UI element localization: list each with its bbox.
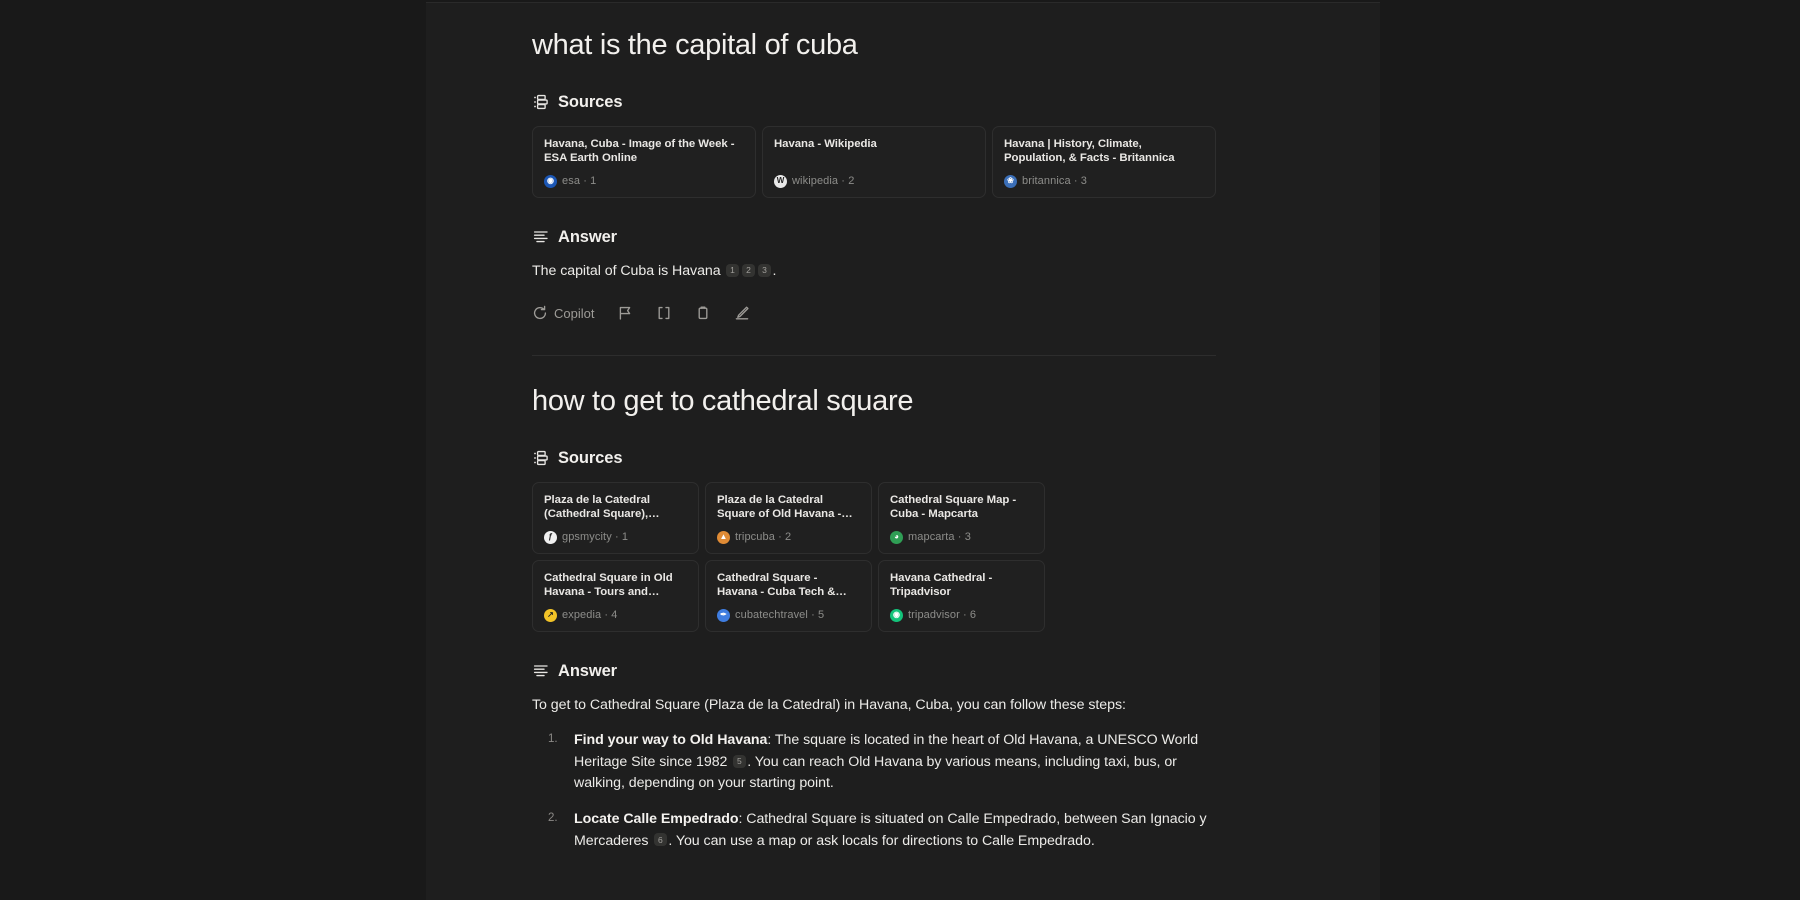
brackets-button[interactable] (656, 305, 672, 321)
source-meta: ◕ mapcarta · 3 (890, 531, 1033, 544)
source-card[interactable]: Cathedral Square Map - Cuba - Mapcarta ◕ m… (878, 482, 1045, 554)
step-title: Locate Calle Empedrado (574, 811, 738, 827)
source-card[interactable]: Havana - Wikipedia Wwikipedia · 2 (762, 126, 986, 198)
source-domain: tripcuba · 2 (735, 531, 791, 543)
source-meta: Wwikipedia · 2 (774, 175, 974, 188)
clipboard-icon (695, 305, 711, 321)
flag-button[interactable] (617, 305, 633, 321)
favicon-icon: ↗ (544, 609, 557, 622)
answer-lead-text: The capital of Cuba is Havana (532, 263, 725, 279)
answer-body: To get to Cathedral Square (Plaza de la … (532, 695, 1216, 852)
answer-section: how to get to cathedral square Sources Pla… (532, 356, 1216, 852)
answer-lead: The capital of Cuba is Havana 123. (532, 261, 1216, 282)
source-domain: gpsmycity · 1 (562, 531, 628, 543)
sources-grid: Plaza de la Catedral (Cathedral Square),… (532, 482, 1216, 632)
step-text-after: . You can use a map or ask locals for di… (668, 833, 1094, 849)
answer-step: Locate Calle Empedrado: Cathedral Square… (574, 809, 1216, 852)
source-card[interactable]: Plaza de la Catedral Square of Old Havan… (705, 482, 872, 554)
source-domain: cubatechtravel · 5 (735, 609, 824, 621)
answer-label: Answer (558, 228, 617, 247)
favicon-icon: ◉ (544, 175, 557, 188)
sources-label: Sources (558, 449, 622, 468)
source-title: Havana - Wikipedia (774, 137, 974, 152)
refresh-icon (532, 305, 548, 321)
source-domain: tripadvisor · 6 (908, 609, 976, 621)
source-title: Cathedral Square - Havana - Cuba Tech &… (717, 571, 860, 600)
sources-list-icon (532, 94, 549, 111)
source-domain: mapcarta · 3 (908, 531, 971, 543)
brackets-icon (656, 305, 672, 321)
favicon-icon: W (774, 175, 787, 188)
answer-tail-text: . (773, 263, 777, 279)
query-title: what is the capital of cuba (532, 0, 1216, 63)
source-domain: expedia · 4 (562, 609, 618, 621)
citation-badge[interactable]: 3 (758, 264, 771, 277)
answer-steps: Find your way to Old Havana: The square … (532, 730, 1216, 852)
source-card[interactable]: Havana, Cuba - Image of the Week - ESA E… (532, 126, 756, 198)
source-domain: britannica · 3 (1022, 175, 1087, 187)
source-card[interactable]: Havana | History, Climate, Population, &… (992, 126, 1216, 198)
source-card[interactable]: Havana Cathedral - Tripadvisor ◉ tripadvis… (878, 560, 1045, 632)
answer-label: Answer (558, 662, 617, 681)
source-card[interactable]: Cathedral Square in Old Havana - Tours a… (532, 560, 699, 632)
citation-badge[interactable]: 6 (654, 833, 667, 846)
favicon-icon: ▲ (717, 531, 730, 544)
source-title: Plaza de la Catedral Square of Old Havan… (717, 493, 860, 522)
answer-section: what is the capital of cuba Sources Havana… (532, 0, 1216, 356)
app-root: what is the capital of cuba Sources Havana… (0, 0, 1800, 900)
favicon-icon: ◉ (890, 609, 903, 622)
source-meta: ƒ gpsmycity · 1 (544, 531, 687, 544)
favicon-icon: ƒ (544, 531, 557, 544)
action-label: Copilot (554, 306, 594, 321)
source-card[interactable]: Plaza de la Catedral (Cathedral Square),… (532, 482, 699, 554)
search-thread: what is the capital of cuba Sources Havana… (532, 0, 1216, 866)
answer-lead: To get to Cathedral Square (Plaza de la … (532, 695, 1216, 716)
citation-badge[interactable]: 5 (733, 755, 746, 768)
source-meta: ✒ cubatechtravel · 5 (717, 609, 860, 622)
source-domain: esa · 1 (562, 175, 596, 187)
answer-actions: Copilot (532, 305, 1216, 321)
answer-lead-text: To get to Cathedral Square (Plaza de la … (532, 697, 1126, 713)
flag-icon (617, 305, 633, 321)
edit-icon (734, 305, 750, 321)
source-title: Havana | History, Climate, Population, &… (1004, 137, 1204, 166)
step-title: Find your way to Old Havana (574, 732, 767, 748)
source-domain: wikipedia · 2 (792, 175, 854, 187)
favicon-icon: ◕ (890, 531, 903, 544)
answer-lines-icon (532, 663, 549, 680)
answer-step: Find your way to Old Havana: The square … (574, 730, 1216, 795)
answer-lines-icon (532, 229, 549, 246)
source-title: Plaza de la Catedral (Cathedral Square),… (544, 493, 687, 522)
source-title: Havana, Cuba - Image of the Week - ESA E… (544, 137, 744, 166)
answer-header: Answer (532, 228, 1216, 247)
query-title: how to get to cathedral square (532, 356, 1216, 419)
citation-badge[interactable]: 2 (742, 264, 755, 277)
sources-list-icon (532, 450, 549, 467)
source-meta: ◉ esa · 1 (544, 175, 744, 188)
favicon-icon: ❀ (1004, 175, 1017, 188)
source-meta: ↗ expedia · 4 (544, 609, 687, 622)
source-meta: ❀ britannica · 3 (1004, 175, 1204, 188)
favicon-icon: ✒ (717, 609, 730, 622)
sources-header: Sources (532, 93, 1216, 112)
citation-badge[interactable]: 1 (726, 264, 739, 277)
edit-button[interactable] (734, 305, 750, 321)
sources-header: Sources (532, 449, 1216, 468)
source-meta: ◉ tripadvisor · 6 (890, 609, 1033, 622)
source-title: Cathedral Square in Old Havana - Tours a… (544, 571, 687, 600)
copy-button[interactable] (695, 305, 711, 321)
copilot-button[interactable]: Copilot (532, 305, 594, 321)
source-title: Havana Cathedral - Tripadvisor (890, 571, 1033, 600)
sources-grid: Havana, Cuba - Image of the Week - ESA E… (532, 126, 1216, 198)
source-card[interactable]: Cathedral Square - Havana - Cuba Tech &…… (705, 560, 872, 632)
source-meta: ▲ tripcuba · 2 (717, 531, 860, 544)
answer-body: The capital of Cuba is Havana 123. (532, 261, 1216, 282)
sources-label: Sources (558, 93, 622, 112)
answer-header: Answer (532, 662, 1216, 681)
source-title: Cathedral Square Map - Cuba - Mapcarta (890, 493, 1033, 522)
